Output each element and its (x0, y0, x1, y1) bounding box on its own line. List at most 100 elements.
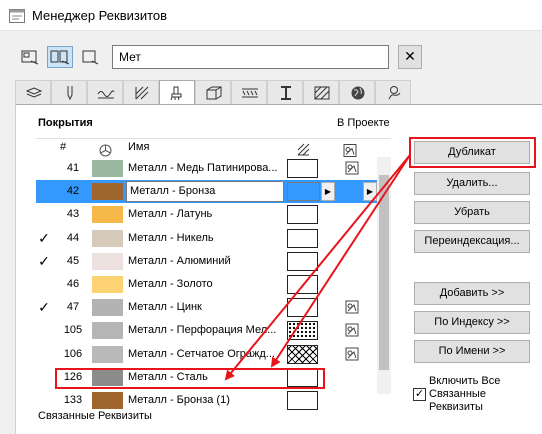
title-bar: Менеджер Реквизитов (0, 0, 542, 31)
reindex-button[interactable]: Переиндексация... (414, 230, 530, 253)
row-index: 46 (66, 278, 80, 290)
add-button[interactable]: Добавить >> (414, 282, 530, 305)
in-project-icon (345, 347, 359, 361)
column-header-name: Имя (128, 141, 150, 153)
table-row[interactable]: 42 Металл - Бронза ▶ ▶ (36, 180, 377, 203)
tab-zones[interactable] (303, 80, 339, 104)
row-name-editor[interactable]: Металл - Бронза (126, 181, 284, 202)
row-index: 45 (66, 255, 80, 267)
row-name: Металл - Никель (128, 232, 214, 244)
view-detail-button[interactable] (77, 46, 103, 68)
table-row[interactable]: 41 Металл - Медь Патинирова... (36, 157, 377, 180)
row-check: ✓ (38, 253, 50, 269)
table-row[interactable]: 105 Металл - Перфорация Мел... (36, 319, 377, 342)
list-view-icon (21, 50, 39, 65)
fill-pattern-swatch[interactable] (287, 275, 318, 294)
zone-icon (314, 86, 330, 100)
surface-color-swatch[interactable] (92, 392, 123, 409)
section-title: Покрытия (38, 117, 93, 129)
fill-pattern-swatch[interactable] (287, 159, 318, 178)
tab-pens[interactable] (51, 80, 87, 104)
fill-pattern-swatch[interactable] (287, 391, 318, 410)
table-row[interactable]: 106 Металл - Сетчатое Огражд... (36, 343, 377, 366)
row-name: Металл - Золото (128, 278, 213, 290)
detail-view-icon (82, 50, 99, 65)
by-index-button[interactable]: По Индексу >> (414, 311, 530, 334)
globe-icon (351, 86, 365, 100)
profile-icon (281, 86, 291, 100)
in-project-icon (345, 300, 359, 314)
surface-color-swatch[interactable] (92, 183, 123, 200)
project-arrow-button[interactable]: ▶ (363, 182, 377, 201)
fill-arrow-button[interactable]: ▶ (321, 182, 335, 201)
row-index: 44 (66, 232, 80, 244)
row-index: 106 (63, 348, 83, 360)
fill-pattern-swatch[interactable] (287, 298, 318, 317)
fill-pattern-swatch[interactable] (287, 229, 318, 248)
surface-color-swatch[interactable] (92, 230, 123, 247)
surface-icon (170, 86, 182, 101)
view-list-button[interactable] (17, 46, 43, 68)
row-check (36, 180, 52, 203)
row-name: Металл - Медь Патинирова... (128, 162, 278, 174)
fill-selector[interactable] (287, 182, 320, 201)
table-row[interactable]: 133 Металл - Бронза (1) (36, 389, 377, 412)
checkmark-icon: ✓ (414, 388, 425, 400)
row-index: 47 (66, 301, 80, 313)
row-name: Металл - Алюминий (128, 255, 231, 267)
row-name: Металл - Бронза (1) (128, 394, 230, 406)
split-view-icon (50, 50, 70, 65)
tab-fills[interactable] (123, 80, 159, 104)
surface-color-swatch[interactable] (92, 322, 123, 339)
clear-search-button[interactable]: ✕ (398, 45, 422, 69)
surface-color-swatch[interactable] (92, 206, 123, 223)
row-name: Металл - Латунь (128, 208, 213, 220)
row-check (36, 389, 52, 412)
row-check: ✓ (38, 299, 50, 315)
surface-color-swatch[interactable] (92, 253, 123, 270)
duplicate-highlight (409, 137, 536, 168)
search-input[interactable]: Мет (112, 45, 389, 69)
row-check: ✓ (38, 230, 50, 246)
table-row[interactable]: ✓ 44 Металл - Никель (36, 227, 377, 250)
surface-color-swatch[interactable] (92, 276, 123, 293)
fill-pattern-swatch[interactable] (287, 252, 318, 271)
table-row[interactable]: ✓ 45 Металл - Алюминий (36, 250, 377, 273)
layers-icon (25, 87, 43, 98)
fill-pattern-swatch[interactable] (287, 205, 318, 224)
tab-layers[interactable] (15, 80, 51, 104)
tab-profiles[interactable] (267, 80, 303, 104)
tab-building-materials[interactable] (195, 80, 231, 104)
row-index: 43 (66, 208, 80, 220)
delete-button[interactable]: Удалить... (414, 172, 530, 195)
window-title: Менеджер Реквизитов (32, 8, 168, 23)
in-project-label: В Проекте (337, 117, 390, 129)
include-linked-checkbox[interactable]: ✓ (413, 388, 426, 401)
by-name-button[interactable]: По Имени >> (414, 340, 530, 363)
fill-pattern-swatch[interactable] (287, 345, 318, 364)
surface-color-swatch[interactable] (92, 160, 123, 177)
remove-button[interactable]: Убрать (414, 201, 530, 224)
tab-markup[interactable] (375, 80, 411, 104)
surface-color-swatch[interactable] (92, 346, 123, 363)
tab-globe[interactable] (339, 80, 375, 104)
row-check (36, 203, 52, 226)
fill-pattern-swatch[interactable] (287, 321, 318, 340)
row-name: Металл - Сетчатое Огражд... (128, 348, 275, 360)
table-row[interactable]: 43 Металл - Латунь (36, 203, 377, 226)
app-icon (9, 9, 25, 23)
tab-composites[interactable] (231, 80, 267, 104)
tab-line-types[interactable] (87, 80, 123, 104)
linked-attributes-label: Связанные Реквизиты (38, 410, 152, 422)
in-project-icon (345, 323, 359, 337)
surface-color-swatch[interactable] (92, 299, 123, 316)
view-split-button[interactable] (47, 46, 73, 68)
table-row[interactable]: ✓ 47 Металл - Цинк (36, 296, 377, 319)
pen-icon (67, 86, 73, 101)
table-row[interactable]: 46 Металл - Золото (36, 273, 377, 296)
tab-surfaces[interactable] (159, 80, 195, 105)
row-index: 42 (66, 185, 80, 197)
close-icon: ✕ (404, 48, 416, 64)
scrollbar-thumb[interactable] (379, 175, 389, 370)
building-material-icon (206, 86, 222, 100)
